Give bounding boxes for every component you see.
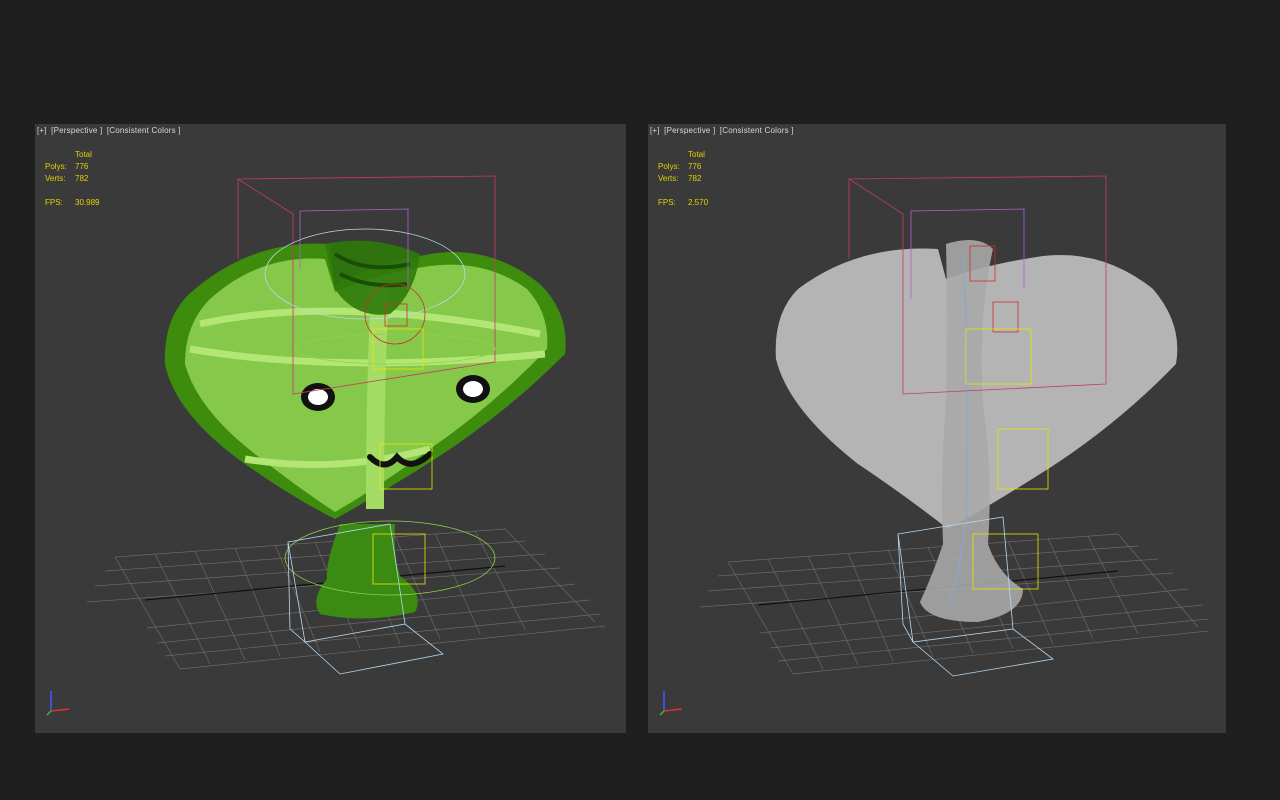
- viewport-perspective-left[interactable]: [+] [Perspective ] [Consistent Colors ] …: [35, 124, 626, 733]
- axis-tripod-icon: [659, 691, 683, 716]
- scene-render-left[interactable]: [35, 124, 626, 733]
- viewport-perspective-right[interactable]: [+] [Perspective ] [Consistent Colors ] …: [648, 124, 1226, 733]
- axis-tripod-icon: [46, 691, 70, 716]
- stem-mesh: [316, 524, 418, 619]
- scene-render-right[interactable]: [648, 124, 1226, 733]
